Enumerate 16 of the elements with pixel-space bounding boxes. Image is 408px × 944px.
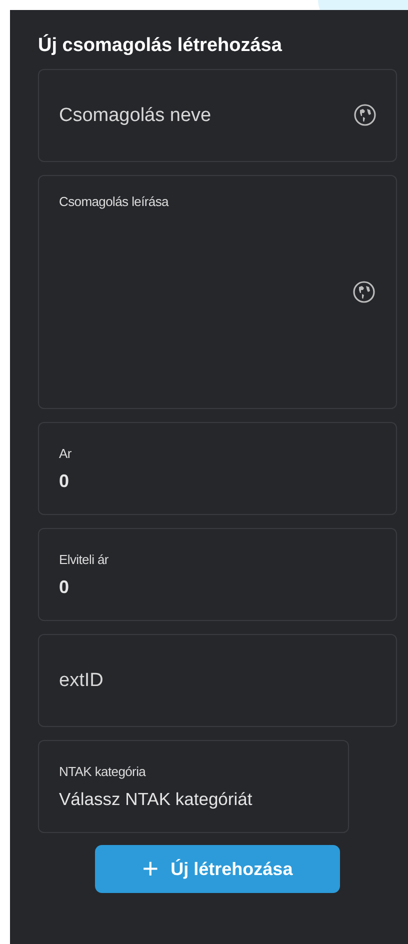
field-label: Csomagolás leírása — [59, 194, 170, 209]
textarea-field[interactable]: Csomagolás leírása — [38, 175, 397, 409]
field-value: Válassz NTAK kategóriát — [59, 788, 254, 810]
text-field[interactable]: extID — [38, 634, 397, 727]
field-label: Elviteli ár — [59, 552, 110, 566]
select-field[interactable]: NTAK kategória Válassz NTAK kategóriát — [38, 740, 349, 833]
field-value: 0 — [59, 576, 70, 598]
field-value: 0 — [59, 470, 70, 492]
field-label: Ar — [59, 446, 72, 460]
field-label: NTAK kategória — [59, 764, 147, 778]
globe-icon[interactable] — [352, 280, 376, 304]
number-field[interactable]: Elviteli ár 0 — [38, 528, 397, 621]
form-title: Új csomagolás létrehozása — [38, 35, 283, 57]
globe-icon[interactable] — [353, 103, 377, 127]
text-field[interactable]: Csomagolás neve — [38, 69, 397, 162]
number-field[interactable]: Ar 0 — [38, 422, 397, 515]
